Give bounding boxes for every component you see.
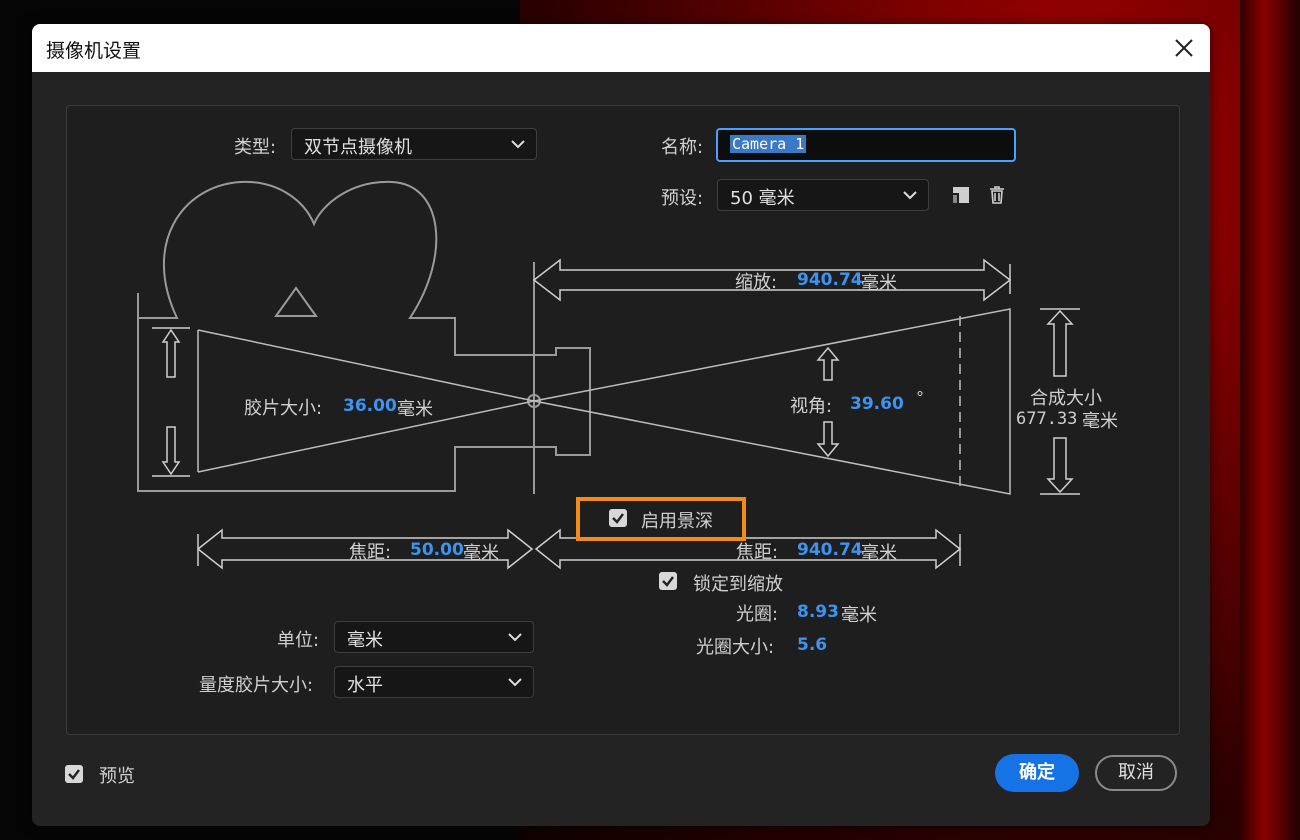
measure-film-size-label: 量度胶片大小: (199, 675, 314, 696)
zoom-label: 缩放: (735, 272, 778, 293)
cancel-button[interactable]: 取消 (1095, 755, 1177, 791)
delete-preset-button[interactable] (986, 184, 1008, 210)
type-select[interactable]: 双节点摄像机 (291, 128, 537, 160)
enable-dof-checkbox[interactable] (609, 509, 627, 527)
type-value: 双节点摄像机 (304, 137, 412, 158)
chevron-down-icon (511, 140, 525, 149)
chevron-down-icon (903, 191, 917, 200)
lock-to-zoom-label: 锁定到缩放 (693, 574, 783, 595)
camera-name-input[interactable]: Camera 1 (716, 128, 1016, 162)
ok-button[interactable]: 确定 (995, 754, 1079, 792)
focus-distance-value[interactable]: 940.74 (797, 540, 863, 560)
measure-film-size-select[interactable]: 水平 (334, 666, 534, 698)
save-preset-button[interactable] (950, 184, 972, 210)
focal-length-value[interactable]: 50.00 (410, 540, 464, 560)
preset-value: 50 毫米 (730, 188, 795, 209)
measure-film-size-value: 水平 (347, 675, 383, 696)
chevron-down-icon (508, 633, 522, 642)
aperture-label: 光圈: (736, 604, 779, 625)
enable-dof-label: 启用景深 (641, 511, 713, 532)
comp-size-value: 677.33 (1016, 409, 1078, 429)
camera-name-value: Camera 1 (730, 135, 807, 153)
checkmark-icon (68, 769, 80, 780)
film-size-value[interactable]: 36.00 (343, 396, 397, 416)
camera-settings-dialog: 摄像机设置 类型: 双节点摄像机 名称: Camera 1 预设: 50 毫米 … (32, 24, 1210, 826)
angle-of-view-value[interactable]: 39.60 (850, 394, 904, 414)
chevron-down-icon (508, 678, 522, 687)
focus-distance-label: 焦距: (736, 542, 779, 563)
checkmark-icon (662, 576, 674, 587)
preset-select[interactable]: 50 毫米 (717, 179, 929, 211)
aperture-unit: 毫米 (841, 605, 877, 626)
angle-of-view-label: 视角: (790, 396, 833, 417)
f-stop-label: 光圈大小: (696, 637, 775, 658)
name-label: 名称: (661, 137, 704, 158)
checkmark-icon (612, 513, 624, 524)
preview-label: 预览 (99, 766, 135, 787)
focal-length-unit: 毫米 (463, 543, 499, 564)
zoom-value[interactable]: 940.74 (797, 270, 863, 290)
comp-size-unit: 毫米 (1082, 411, 1118, 432)
save-preset-icon (953, 187, 969, 203)
preview-checkbox[interactable] (65, 765, 83, 783)
f-stop-value[interactable]: 5.6 (797, 635, 827, 655)
type-label: 类型: (234, 137, 277, 158)
preset-label: 预设: (661, 188, 704, 209)
trash-icon (990, 186, 1004, 204)
zoom-unit: 毫米 (861, 273, 897, 294)
focal-length-label: 焦距: (349, 542, 392, 563)
lock-to-zoom-checkbox[interactable] (659, 572, 677, 590)
aperture-value[interactable]: 8.93 (797, 602, 839, 622)
units-select[interactable]: 毫米 (334, 621, 534, 653)
units-value: 毫米 (347, 630, 383, 651)
film-size-unit: 毫米 (397, 399, 433, 420)
film-size-label: 胶片大小: (244, 398, 323, 419)
angle-of-view-unit: ° (916, 388, 924, 407)
units-label: 单位: (277, 630, 320, 651)
focus-distance-unit: 毫米 (861, 543, 897, 564)
